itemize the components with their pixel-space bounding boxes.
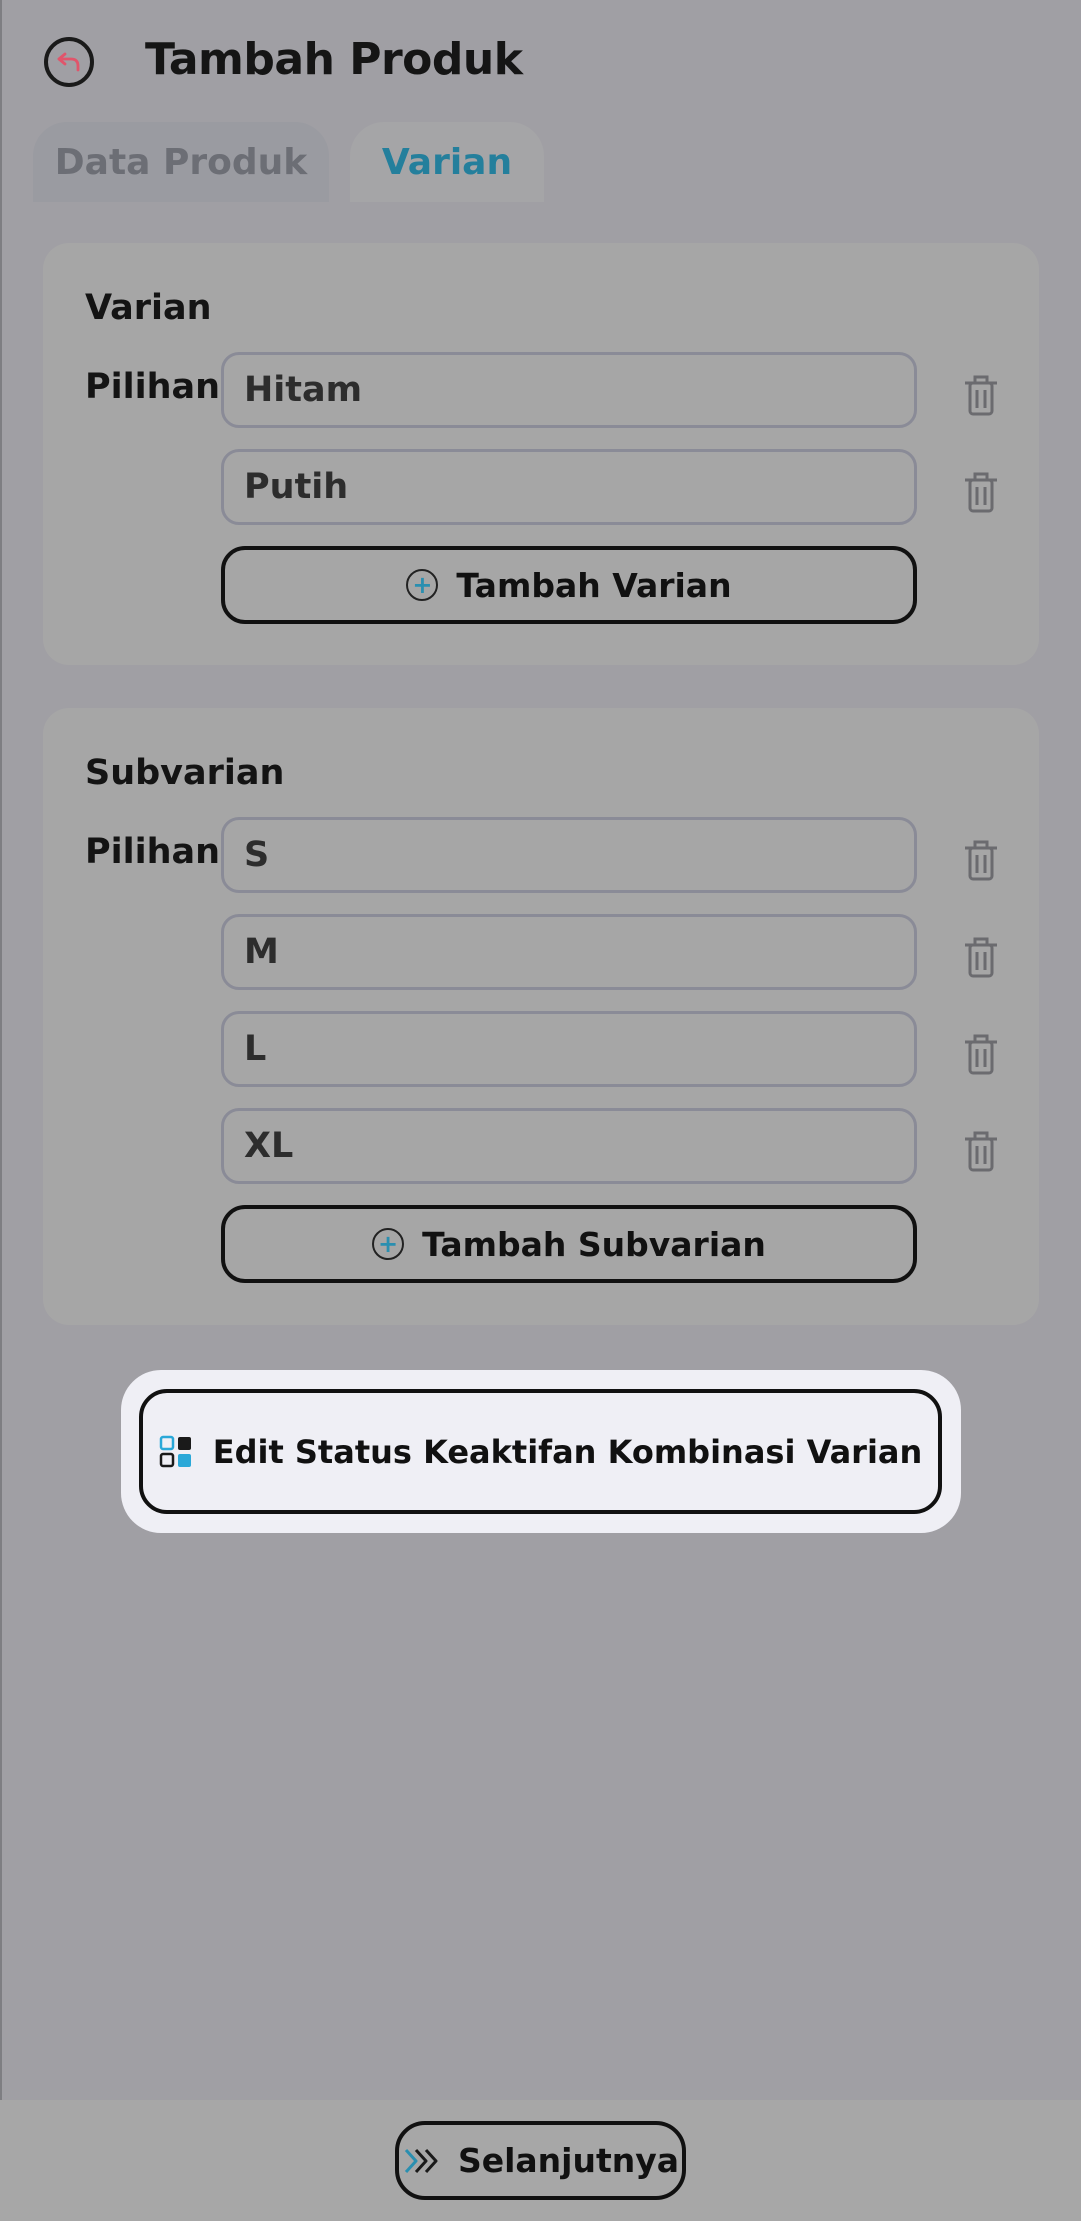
varian-card: Varian Pilihan + Tambah Varian (43, 243, 1039, 665)
add-varian-label: Tambah Varian (456, 565, 732, 605)
next-label: Selanjutnya (457, 2141, 680, 2180)
trash-icon[interactable] (958, 466, 1004, 518)
page-title: Tambah Produk (145, 34, 523, 85)
add-subvarian-button[interactable]: + Tambah Subvarian (221, 1205, 917, 1283)
subvarian-row-label: Pilihan (85, 832, 221, 872)
trash-icon[interactable] (958, 369, 1004, 421)
varian-row-label: Pilihan (85, 367, 221, 407)
next-button[interactable]: Selanjutnya (395, 2121, 686, 2200)
varian-option-input[interactable] (221, 449, 917, 525)
grid-icon (159, 1435, 191, 1467)
screen-edge (0, 0, 2, 2221)
add-subvarian-label: Tambah Subvarian (422, 1224, 766, 1264)
plus-circle-icon: + (372, 1228, 405, 1260)
plus-circle-icon: + (406, 569, 439, 601)
varian-title: Varian (85, 288, 212, 328)
subvarian-title: Subvarian (85, 753, 285, 793)
add-varian-button[interactable]: + Tambah Varian (221, 546, 917, 624)
edit-status-label: Edit Status Keaktifan Kombinasi Varian (212, 1432, 923, 1471)
varian-option-input[interactable] (221, 352, 917, 428)
subvarian-option-input[interactable] (221, 1011, 917, 1087)
subvarian-option-input[interactable] (221, 914, 917, 990)
trash-icon[interactable] (958, 1125, 1004, 1177)
edit-status-button[interactable]: Edit Status Keaktifan Kombinasi Varian (139, 1389, 942, 1514)
subvarian-card: Subvarian Pilihan + Tambah Subvarian (43, 708, 1039, 1325)
trash-icon[interactable] (958, 834, 1004, 886)
trash-icon[interactable] (958, 931, 1004, 983)
undo-arrow-icon (57, 52, 80, 72)
tab-varian[interactable]: Varian (350, 122, 544, 202)
subvarian-option-input[interactable] (221, 817, 917, 893)
trash-icon[interactable] (958, 1028, 1004, 1080)
subvarian-option-input[interactable] (221, 1108, 917, 1184)
back-button[interactable] (44, 37, 94, 87)
double-chevron-right-icon (404, 2148, 438, 2173)
tab-data-produk[interactable]: Data Produk (33, 122, 329, 202)
app-header: Tambah Produk (0, 0, 1081, 120)
